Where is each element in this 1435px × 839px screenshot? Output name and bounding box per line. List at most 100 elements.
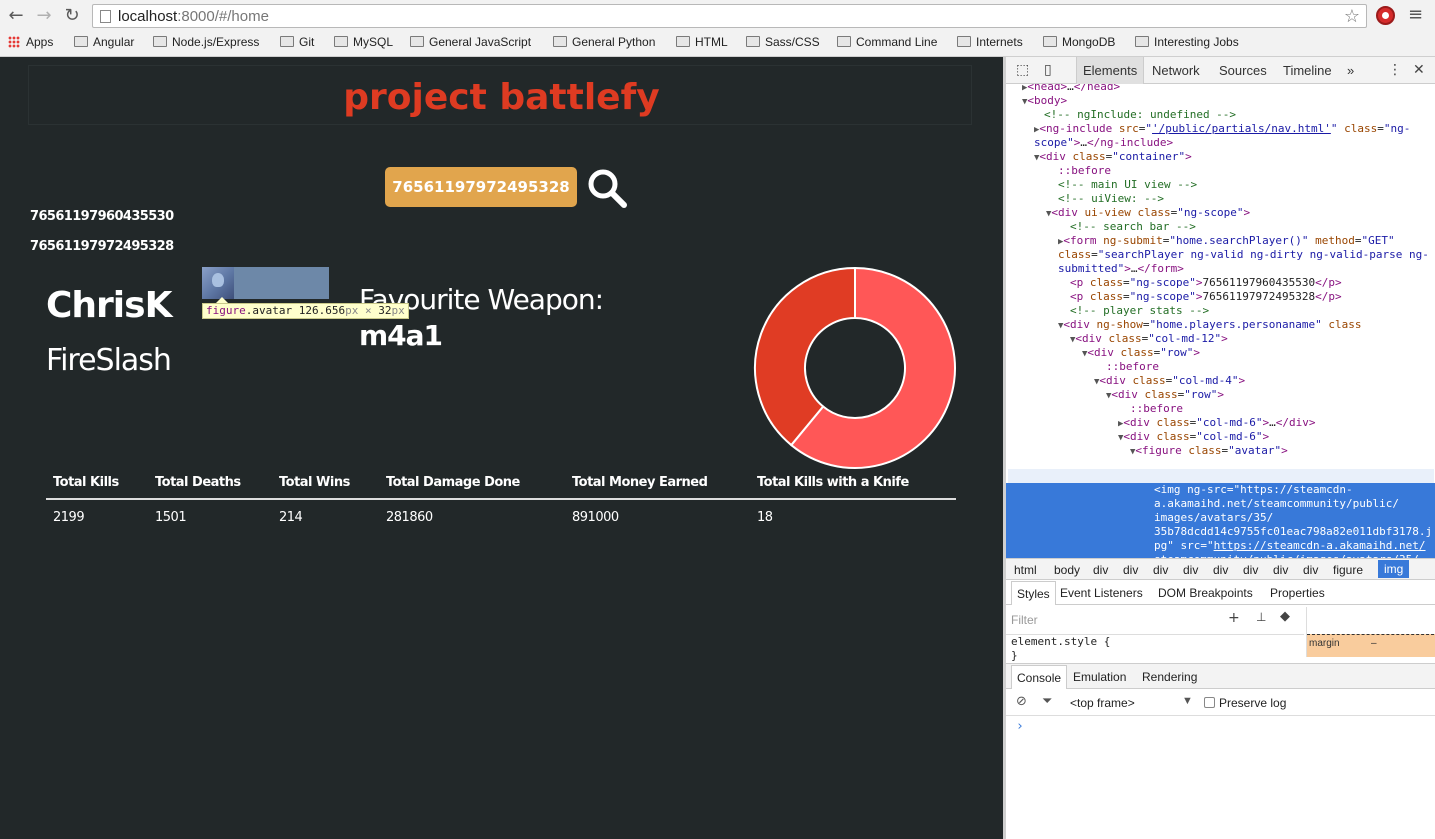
add-rule-icon[interactable]: + <box>1228 610 1240 626</box>
breadcrumb-item[interactable]: div <box>1093 563 1108 577</box>
dom-node[interactable]: ▼<div class="row"> <box>1106 388 1224 403</box>
bookmark-folder[interactable]: General JavaScript <box>410 35 531 49</box>
menu-icon[interactable]: ≡ <box>1408 4 1423 25</box>
bookmark-folder[interactable]: Node.js/Express <box>153 35 259 49</box>
dom-node[interactable]: ▼<div class="col-md-4"> <box>1094 374 1245 389</box>
breadcrumb-item[interactable]: div <box>1183 563 1198 577</box>
breadcrumb-item[interactable]: html <box>1014 563 1037 577</box>
dom-node[interactable]: ▼<div ng-show="home.players.personaname"… <box>1058 318 1361 333</box>
bookmark-star-icon[interactable]: ☆ <box>1344 6 1360 27</box>
favourite-weapon-value: m4a1 <box>359 319 443 352</box>
reload-icon[interactable]: ↻ <box>62 6 82 26</box>
filter-icon[interactable]: ⏷ <box>1042 694 1052 709</box>
forward-arrow-icon[interactable]: → <box>34 6 54 26</box>
preserve-log-checkbox[interactable] <box>1204 697 1215 708</box>
bookmark-apps[interactable]: Apps <box>8 35 53 49</box>
bookmark-folder[interactable]: HTML <box>676 35 728 49</box>
breadcrumb-item[interactable]: div <box>1303 563 1318 577</box>
tab-event-listeners[interactable]: Event Listeners <box>1060 586 1143 600</box>
tab-console[interactable]: Console <box>1011 665 1068 689</box>
tab-emulation[interactable]: Emulation <box>1073 670 1126 684</box>
back-arrow-icon[interactable]: ← <box>6 6 26 26</box>
kebab-menu-icon[interactable]: ⋮ <box>1388 62 1402 78</box>
search-icon[interactable] <box>586 167 628 209</box>
dom-node[interactable]: ▶<form ng-submit="home.searchPlayer()" m… <box>1058 234 1395 249</box>
dom-node[interactable]: <!-- search bar --> <box>1070 220 1196 234</box>
breadcrumb-item-selected[interactable]: img <box>1378 560 1410 578</box>
device-mode-icon[interactable]: ▯ <box>1044 62 1052 78</box>
table-cell: 18 <box>757 510 773 525</box>
dom-node[interactable]: scope">…</ng-include> <box>1034 136 1173 150</box>
bookmark-folder[interactable]: MySQL <box>334 35 393 49</box>
player-stats-table: Total Kills Total Deaths Total Wins Tota… <box>46 471 956 535</box>
element-style-rule[interactable]: element.style { } <box>1011 635 1110 663</box>
dropdown-arrow-icon[interactable]: ▼ <box>1182 695 1193 707</box>
tab-rendering[interactable]: Rendering <box>1142 670 1197 684</box>
extension-icon[interactable] <box>1376 6 1395 25</box>
dom-node[interactable]: ▶<div class="col-md-6">…</div> <box>1118 416 1316 431</box>
dom-node[interactable]: <!-- player stats --> <box>1070 304 1209 318</box>
dom-node-line: pg" src="https://steamcdn-a.akamaihd.net… <box>1154 539 1426 552</box>
address-bar[interactable]: localhost:8000/#/home ☆ <box>92 4 1367 28</box>
breadcrumb-item[interactable]: body <box>1054 563 1080 577</box>
breadcrumb-item[interactable]: div <box>1273 563 1288 577</box>
box-model: margin – <box>1306 607 1435 657</box>
dom-node[interactable]: <!-- ngInclude: undefined --> <box>1044 108 1236 122</box>
url-text[interactable]: localhost:8000/#/home <box>118 8 269 25</box>
bookmark-folder[interactable]: Internets <box>957 35 1023 49</box>
dom-node[interactable]: <!-- main UI view --> <box>1058 178 1197 192</box>
breadcrumb-item[interactable]: div <box>1243 563 1258 577</box>
dom-node[interactable]: ▼<body> <box>1022 94 1067 109</box>
dom-node[interactable]: ::before <box>1130 402 1183 416</box>
column-header: Total Kills <box>46 471 148 500</box>
tab-styles[interactable]: Styles <box>1011 581 1056 605</box>
tab-elements[interactable]: Elements <box>1076 57 1145 84</box>
app-title[interactable]: project battlefy <box>0 77 1003 118</box>
dom-node[interactable]: <p class="ng-scope">76561197972495328</p… <box>1070 290 1342 304</box>
apps-grid-icon <box>8 36 20 48</box>
dom-node[interactable]: ▼<figure class="avatar"> <box>1130 444 1288 459</box>
bookmark-folder[interactable]: Sass/CSS <box>746 35 820 49</box>
tab-sources[interactable]: Sources <box>1219 63 1267 78</box>
dom-node[interactable]: <!-- uiView: --> <box>1058 192 1164 206</box>
clear-console-icon[interactable]: ⊘ <box>1016 694 1027 709</box>
bookmark-folder[interactable]: Command Line <box>837 35 937 49</box>
color-format-icon[interactable]: ◆ <box>1280 609 1290 624</box>
dom-node[interactable]: ▼<div class="container"> <box>1034 150 1192 165</box>
dom-node[interactable]: ::before <box>1106 360 1159 374</box>
breadcrumb-item[interactable]: div <box>1153 563 1168 577</box>
browser-toolbar: ← → ↻ localhost:8000/#/home ☆ ≡ <box>0 0 1435 32</box>
dom-node[interactable]: ▶<ng-include src="'/public/partials/nav.… <box>1034 122 1410 137</box>
dom-node[interactable]: ▼<div class="row"> <box>1082 346 1200 361</box>
dom-node[interactable]: class="searchPlayer ng-valid ng-dirty ng… <box>1058 248 1429 262</box>
player-search-input[interactable]: 76561197972495328 <box>385 167 577 207</box>
inspect-element-icon[interactable]: ⬚ <box>1016 62 1029 78</box>
bookmark-folder[interactable]: MongoDB <box>1043 35 1115 49</box>
dom-node[interactable]: ::before <box>1058 164 1111 178</box>
bookmark-folder[interactable]: Git <box>280 35 314 49</box>
close-icon[interactable]: ✕ <box>1413 62 1425 78</box>
dom-node[interactable]: <p class="ng-scope">76561197960435530</p… <box>1070 276 1342 290</box>
dom-tree[interactable]: ▶<head>…</head> ▼<body> <!-- ngInclude: … <box>1006 84 1435 558</box>
tab-network[interactable]: Network <box>1152 63 1200 78</box>
tab-properties[interactable]: Properties <box>1270 586 1325 600</box>
breadcrumb-item[interactable]: div <box>1123 563 1138 577</box>
dom-node-selected[interactable]: <img ng-src="https://steamcdn- a.akamaih… <box>1006 483 1435 558</box>
breadcrumb-item[interactable]: figure <box>1333 563 1363 577</box>
bookmark-folder[interactable]: General Python <box>553 35 655 49</box>
player-name: ChrisK <box>46 285 172 326</box>
breadcrumb-item[interactable]: div <box>1213 563 1228 577</box>
dom-node[interactable]: ▼<div ui-view class="ng-scope"> <box>1046 206 1250 221</box>
frame-select[interactable]: <top frame> <box>1070 696 1135 710</box>
bookmark-folder[interactable]: Angular <box>74 35 134 49</box>
styles-filter-input[interactable]: Filter <box>1011 613 1038 627</box>
tab-dom-breakpoints[interactable]: DOM Breakpoints <box>1158 586 1253 600</box>
dom-node[interactable]: ▼<div class="col-md-12"> <box>1070 332 1228 347</box>
dom-node[interactable]: ▼<div class="col-md-6"> <box>1118 430 1269 445</box>
console-prompt-icon[interactable]: › <box>1016 719 1024 734</box>
pin-icon[interactable]: ⊥ <box>1256 610 1266 624</box>
dom-node[interactable]: submitted">…</form> <box>1058 262 1184 276</box>
more-tabs-chevron-icon[interactable]: » <box>1347 63 1354 78</box>
bookmark-folder[interactable]: Interesting Jobs <box>1135 35 1239 49</box>
tab-timeline[interactable]: Timeline <box>1283 63 1332 78</box>
